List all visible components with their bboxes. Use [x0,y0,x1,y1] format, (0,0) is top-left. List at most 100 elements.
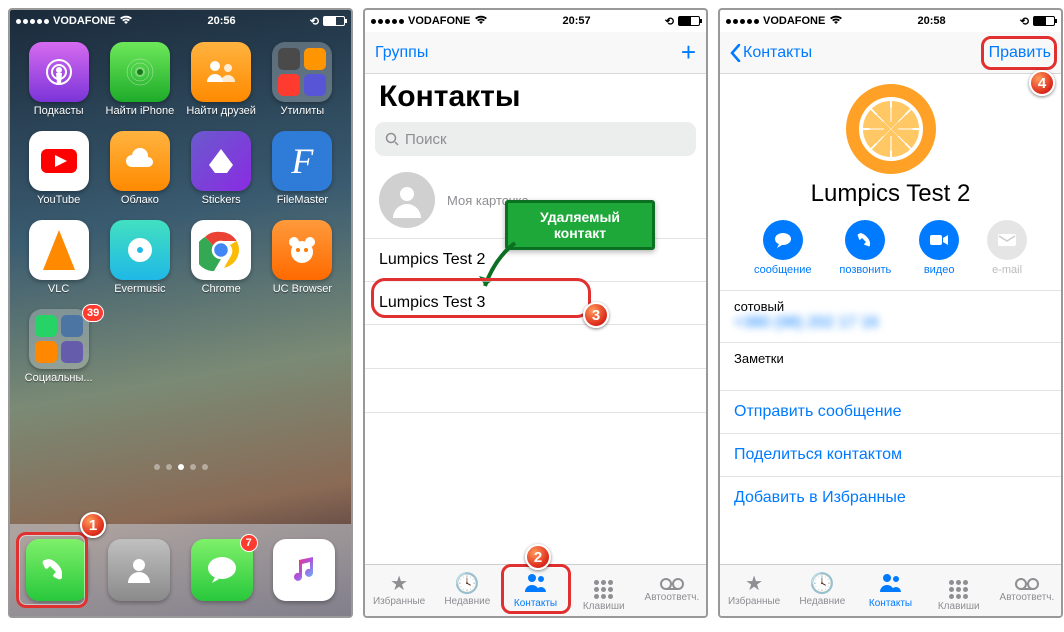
nav-bar: Контакты Править [720,32,1061,74]
wifi-icon [829,15,843,28]
app-label: UC Browser [273,283,332,295]
app-chrome[interactable]: Chrome [181,220,262,295]
tab-contacts[interactable]: Контакты [501,565,569,616]
carrier-label: VODAFONE [408,15,470,27]
folder-icon [29,309,89,369]
add-favorite-row[interactable]: Добавить в Избранные [720,477,1061,519]
annotation-number-1: 1 [80,512,106,538]
page-indicator[interactable] [10,464,351,470]
back-button[interactable]: Контакты [730,44,812,62]
uc-browser-icon [272,220,332,280]
orange-icon [859,97,923,161]
tab-favorites[interactable]: ★Избранные [365,565,433,616]
tab-voicemail[interactable]: Автоответч. [993,565,1061,616]
clock: 20:57 [562,15,590,27]
badge: 7 [240,534,258,552]
app-filemaster[interactable]: F FileMaster [262,131,343,206]
action-call[interactable]: позвонить [839,220,891,276]
app-uc-browser[interactable]: UC Browser [262,220,343,295]
keypad-icon [949,569,968,599]
app-utilities-folder[interactable]: Утилиты [262,42,343,117]
battery-icon [678,16,700,26]
app-label: Подкасты [34,105,84,117]
status-bar: VODAFONE 20:56 ⟲ [10,10,351,32]
app-stickers[interactable]: Stickers [181,131,262,206]
contacts-icon [524,572,548,596]
app-label: VLC [48,283,69,295]
clock: 20:58 [917,15,945,27]
action-message[interactable]: сообщение [754,220,812,276]
tab-keypad[interactable]: Клавиши [570,565,638,616]
share-contact-row[interactable]: Поделиться контактом [720,434,1061,477]
music-icon [273,539,335,601]
app-label: Найти iPhone [106,105,175,117]
tab-keypad[interactable]: Клавиши [925,565,993,616]
tab-recents[interactable]: 🕓Недавние [788,565,856,616]
status-bar: VODAFONE 20:57 ⟲ [365,10,706,32]
signal-icon [371,19,404,24]
app-find-iphone[interactable]: Найти iPhone [99,42,180,117]
clock: 20:56 [207,15,235,27]
evermusic-icon [110,220,170,280]
app-podcasts[interactable]: Подкасты [18,42,99,117]
battery-icon [1033,16,1055,26]
notes-field[interactable]: Заметки [720,343,1061,391]
folder-icon [272,42,332,102]
clock-icon: 🕓 [455,574,480,594]
dock-music-app[interactable] [273,539,335,601]
contact-name: Lumpics Test 2 [720,180,1061,220]
app-vlc[interactable]: VLC [18,220,99,295]
dock-messages-app[interactable]: 7 [191,539,253,601]
phone-value: +380 (98) 202 17 16 [734,314,1047,332]
app-find-friends[interactable]: Найти друзей [181,42,262,117]
app-youtube[interactable]: YouTube [18,131,99,206]
action-video[interactable]: видео [919,220,959,276]
search-input[interactable]: Поиск [375,122,696,156]
youtube-icon [29,131,89,191]
app-label: Найти друзей [186,105,256,117]
chrome-icon [191,220,251,280]
screenshot-home-screen: VODAFONE 20:56 ⟲ Подкасты Найти iPhone [8,8,353,618]
tab-favorites[interactable]: ★Избранные [720,565,788,616]
carrier-label: VODAFONE [763,15,825,27]
home-grid: Подкасты Найти iPhone Найти друзей Утили… [10,32,351,384]
empty-row [365,325,706,369]
phone-icon [845,220,885,260]
contact-avatar [846,84,936,174]
find-iphone-icon [110,42,170,102]
wifi-icon [119,15,133,28]
carrier-label: VODAFONE [53,15,115,27]
dock-contacts-app[interactable] [108,539,170,601]
app-label: Chrome [202,283,241,295]
status-bar: VODAFONE 20:58 ⟲ [720,10,1061,32]
send-message-row[interactable]: Отправить сообщение [720,391,1061,434]
annotation-number-3: 3 [583,302,609,328]
tab-contacts[interactable]: Контакты [856,565,924,616]
signal-icon [16,19,49,24]
clock-icon: 🕓 [810,574,835,594]
contact-row-lumpics-3[interactable]: Lumpics Test 3 [365,282,706,325]
tab-bar: ★Избранные 🕓Недавние Контакты Клавиши Ав… [365,564,706,616]
annotation-number-2: 2 [525,544,551,570]
groups-button[interactable]: Группы [375,44,428,62]
edit-button[interactable]: Править [989,44,1051,62]
phone-field[interactable]: сотовый +380 (98) 202 17 16 [720,291,1061,343]
annotation-number-4: 4 [1029,70,1055,96]
add-contact-button[interactable]: + [681,37,696,68]
app-label: Облако [121,194,159,206]
dock-phone-app[interactable] [26,539,88,601]
tab-recents[interactable]: 🕓Недавние [433,565,501,616]
badge: 39 [82,304,104,322]
empty-row [365,369,706,413]
tab-voicemail[interactable]: Автоответч. [638,565,706,616]
app-label: Stickers [202,194,241,206]
app-cloud[interactable]: Облако [99,131,180,206]
contacts-dock-icon [108,539,170,601]
phone-label: сотовый [734,299,1047,314]
app-evermusic[interactable]: Evermusic [99,220,180,295]
screenshot-contacts-list: VODAFONE 20:57 ⟲ Группы + Контакты Поиск… [363,8,708,618]
dock: 7 [10,524,351,616]
app-label: Утилиты [281,105,325,117]
app-social-folder[interactable]: 39 Социальны... [18,309,99,384]
nav-bar: Группы + [365,32,706,74]
